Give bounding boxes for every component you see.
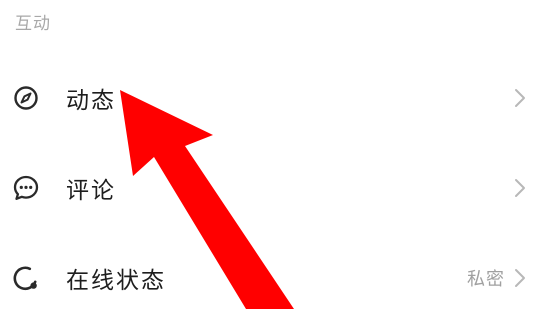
online-status-value: 私密 [467, 269, 505, 290]
comment-icon [11, 173, 41, 203]
compass-icon [11, 83, 41, 113]
row-label-comments: 评论 [66, 178, 116, 204]
online-status-icon [11, 263, 41, 293]
chevron-right-icon [513, 177, 527, 199]
section-title: 互动 [15, 14, 51, 34]
row-label-dynamics: 动态 [66, 88, 116, 114]
interaction-settings-screen: 互动 动态 评论 在线状态 私密 [0, 0, 541, 309]
row-online-status[interactable]: 在线状态 私密 [0, 248, 541, 308]
chevron-right-icon [513, 267, 527, 289]
row-comments[interactable]: 评论 [0, 158, 541, 218]
chevron-right-icon [513, 87, 527, 109]
row-dynamics[interactable]: 动态 [0, 68, 541, 128]
row-label-online-status: 在线状态 [66, 268, 166, 294]
